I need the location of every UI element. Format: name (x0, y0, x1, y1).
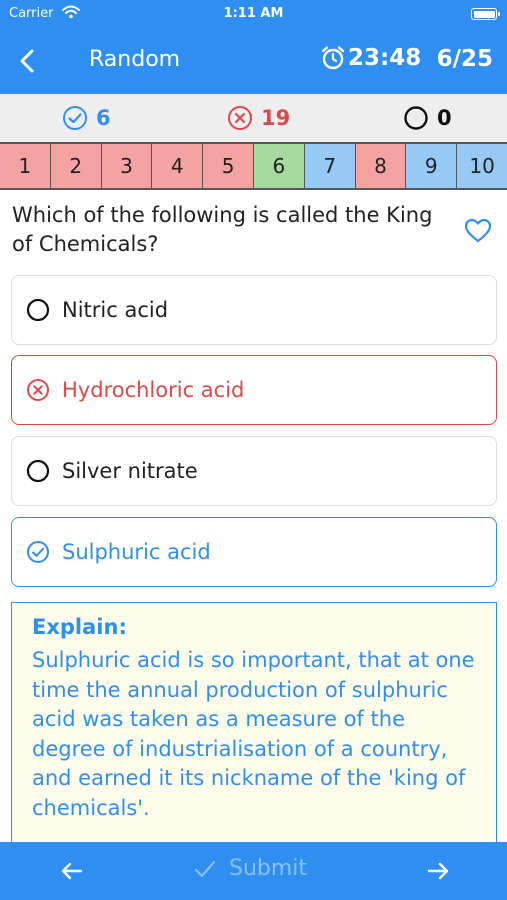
question-nav-cell[interactable]: 1 (0, 144, 51, 188)
checkmark-icon (194, 860, 216, 877)
empty-circle-icon (404, 106, 428, 130)
app-header: Carrier 1:11 AM Random 23:48 6/25 (0, 0, 507, 94)
previous-button[interactable] (58, 857, 86, 889)
explanation-panel: Explain: Sulphuric acid is so important,… (11, 602, 497, 852)
x-circle-icon (228, 106, 252, 130)
option-label: Sulphuric acid (62, 540, 211, 564)
radio-empty-icon (26, 298, 50, 322)
radio-empty-icon (26, 459, 50, 483)
heart-icon (464, 218, 492, 243)
explanation-heading: Explain: (32, 615, 127, 639)
alarm-clock-icon (321, 46, 345, 70)
question-nav-cell[interactable]: 8 (355, 144, 407, 188)
answer-option-sulphuric-acid[interactable]: Sulphuric acid (11, 517, 497, 587)
question-nav-cell[interactable]: 5 (203, 144, 254, 188)
question-nav-cell[interactable]: 9 (406, 144, 458, 188)
question-nav-grid: 1 2 3 4 5 6 7 8 9 10 (0, 142, 507, 190)
x-circle-icon (27, 379, 49, 401)
unanswered-count: 0 (403, 105, 452, 131)
check-circle-icon (63, 106, 87, 130)
option-label: Silver nitrate (62, 459, 198, 483)
page-title: Random (89, 47, 181, 72)
explanation-text: Sulphuric acid is so important, that at … (32, 648, 475, 820)
timer-value: 23:48 (348, 45, 422, 71)
question-nav-cell[interactable]: 7 (304, 144, 356, 188)
status-bar: Carrier 1:11 AM (0, 0, 507, 28)
favorite-button[interactable] (464, 218, 492, 248)
wrong-count: 19 (227, 105, 290, 131)
question-nav-cell[interactable]: 2 (50, 144, 102, 188)
option-label: Hydrochloric acid (62, 378, 245, 402)
question-text: Which of the following is called the Kin… (12, 203, 433, 256)
score-summary: 6 19 0 (0, 94, 507, 142)
question-nav-cell[interactable]: 10 (457, 144, 507, 188)
quiz-timer: 23:48 (320, 45, 421, 71)
unanswered-count-value: 0 (437, 106, 452, 130)
arrow-right-icon (427, 862, 449, 880)
check-circle-icon (27, 541, 49, 563)
answer-option-silver-nitrate[interactable]: Silver nitrate (11, 436, 497, 506)
chevron-left-icon (20, 49, 34, 73)
arrow-left-icon (61, 862, 83, 880)
submit-label: Submit (229, 856, 308, 881)
answer-option-nitric-acid[interactable]: Nitric acid (11, 275, 497, 345)
nav-bar: Random 23:48 6/25 (0, 36, 507, 86)
next-button[interactable] (424, 857, 452, 889)
wrong-count-value: 19 (261, 106, 291, 130)
submit-button[interactable]: Submit (193, 856, 307, 881)
correct-count: 6 (62, 105, 111, 131)
battery-icon (471, 8, 500, 20)
bottom-toolbar: Submit (0, 842, 507, 900)
status-time: 1:11 AM (223, 6, 284, 21)
question-nav-cell[interactable]: 6 (253, 144, 305, 188)
question-progress: 6/25 (436, 46, 493, 72)
question-nav-cell[interactable]: 4 (152, 144, 204, 188)
correct-count-value: 6 (96, 106, 111, 130)
back-button[interactable] (14, 46, 42, 76)
question-nav-cell[interactable]: 3 (101, 144, 153, 188)
option-label: Nitric acid (62, 298, 169, 322)
answer-option-hydrochloric-acid[interactable]: Hydrochloric acid (11, 355, 497, 425)
